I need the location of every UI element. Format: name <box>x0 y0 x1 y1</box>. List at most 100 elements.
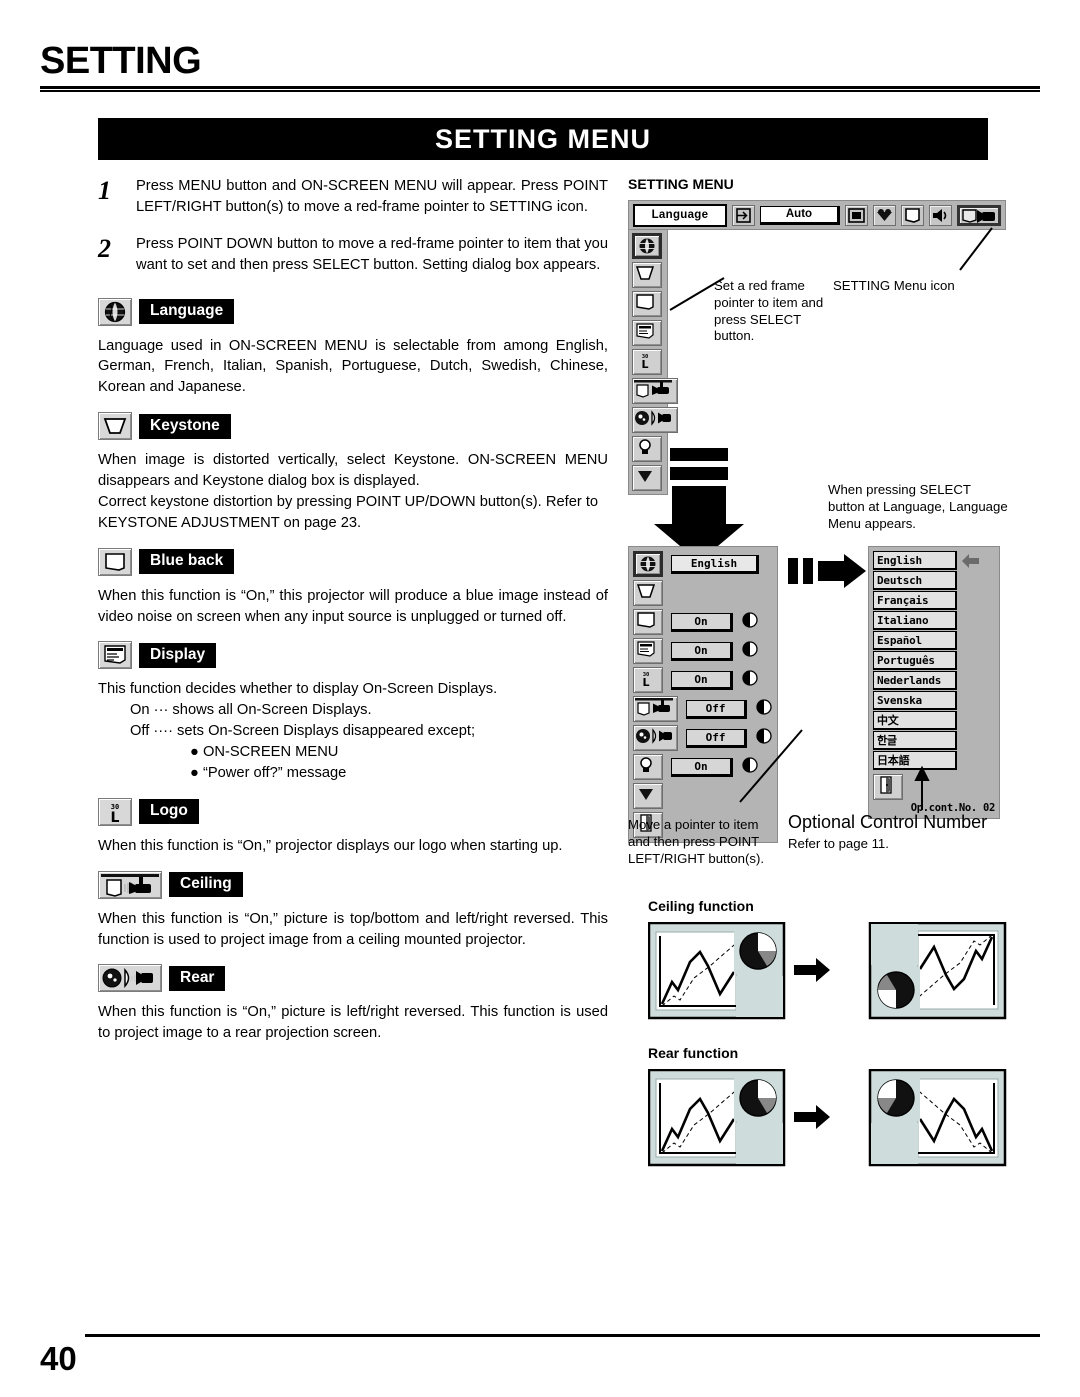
callout-setting-icon: SETTING Menu icon <box>833 278 955 293</box>
section-label: Rear <box>169 965 226 991</box>
screen-icon[interactable] <box>845 204 868 226</box>
display-on-line: On ··· shows all On-Screen Displays. <box>130 702 372 719</box>
language-option[interactable]: 한글 <box>873 731 957 750</box>
left-right-adjust-icon[interactable] <box>741 611 759 633</box>
dialog-value[interactable]: On <box>671 670 733 690</box>
section-language: Language Language used in ON-SCREEN MENU… <box>98 297 608 399</box>
dialog-value[interactable]: On <box>671 612 733 632</box>
section-blue-back: Blue back When this function is “On,” th… <box>98 547 608 628</box>
section-heading: Blue back <box>98 547 608 576</box>
display-icon[interactable] <box>632 320 662 346</box>
footer-divider <box>85 1334 1040 1337</box>
osd-language-box[interactable]: Language <box>633 203 727 227</box>
language-option[interactable]: 中文 <box>873 711 957 730</box>
step-text: Press MENU button and ON-SCREEN MENU wil… <box>136 178 608 215</box>
osd-auto-box[interactable]: Auto <box>759 205 840 225</box>
left-pointer-icon <box>961 551 981 573</box>
language-option[interactable]: English <box>873 551 957 570</box>
callout-pointer: Set a red frame pointer to item and pres… <box>714 278 824 344</box>
callout-move: Move a pointer to item and then press PO… <box>628 817 765 866</box>
section-heading: Rear <box>98 964 608 993</box>
color-icon[interactable] <box>873 204 896 226</box>
language-option[interactable]: Français <box>873 591 957 610</box>
logo-icon[interactable]: 30 L <box>632 349 662 375</box>
section-body: When this function is “On,” projector di… <box>98 837 563 854</box>
language-option[interactable]: Español <box>873 631 957 650</box>
rear-icon[interactable] <box>632 407 678 433</box>
optional-control-number-title: Optional Control Number <box>788 812 988 832</box>
callout-select: When pressing SELECT button at Language,… <box>828 482 1008 531</box>
svg-text:L: L <box>111 810 120 825</box>
ceiling-function-diagram <box>647 921 1007 1020</box>
section-title-bar: SETTING MENU <box>98 118 988 160</box>
input-icon[interactable] <box>731 204 755 226</box>
dialog-row[interactable]: On <box>633 638 773 664</box>
section-heading: Keystone <box>98 412 608 441</box>
exit-icon[interactable] <box>873 774 903 800</box>
section-heading: 30 L Logo <box>98 797 608 826</box>
language-option[interactable]: Svenska <box>873 691 957 710</box>
step-2: 2 Press POINT DOWN button to move a red-… <box>98 234 608 276</box>
keystone-icon[interactable] <box>633 580 663 606</box>
section-heading: Language <box>98 297 608 326</box>
right-arrow-icon <box>788 554 866 593</box>
osd-first-panel: 30 L Set a red frame pointer to item and … <box>628 227 1028 495</box>
page-footer: 40 <box>40 1334 1040 1375</box>
step-number: 2 <box>98 233 111 263</box>
section-body: When this function is “On,” picture is t… <box>98 910 608 948</box>
leader-line-setting-icon <box>959 227 993 271</box>
scroll-down-icon[interactable] <box>633 783 663 809</box>
leader-line-move <box>739 729 803 803</box>
left-right-adjust-icon[interactable] <box>755 698 773 720</box>
ceiling-function-title: Ceiling function <box>648 898 754 914</box>
ceiling-icon <box>98 870 162 899</box>
globe-icon[interactable] <box>633 551 663 577</box>
keystone-icon <box>98 412 132 441</box>
svg-text:L: L <box>642 676 649 688</box>
dialog-value[interactable]: English <box>671 554 759 574</box>
dialog-value[interactable]: On <box>671 757 733 777</box>
blue-back-icon <box>98 547 132 576</box>
dialog-row[interactable]: Off <box>633 696 773 722</box>
section-ceiling: Ceiling When this function is “On,” pict… <box>98 870 608 951</box>
sound-icon[interactable] <box>929 204 952 226</box>
leader-line-pointer <box>669 277 725 311</box>
display-bullet: ● “Power off?” message <box>190 764 347 781</box>
language-list: English Deutsch Français Italiano Españo… <box>873 551 957 800</box>
language-option[interactable]: Português <box>873 651 957 670</box>
left-right-adjust-icon[interactable] <box>741 640 759 662</box>
display-icon[interactable] <box>633 638 663 664</box>
ceiling-icon[interactable] <box>633 696 679 722</box>
dialog-row[interactable]: English <box>633 551 773 577</box>
chapter-title: SETTING <box>40 40 202 82</box>
lamp-icon[interactable] <box>633 754 663 780</box>
dialog-value[interactable]: On <box>671 641 733 661</box>
dialog-value[interactable]: Off <box>686 699 747 719</box>
dialog-row[interactable]: On <box>633 609 773 635</box>
section-body: This function decides whether to display… <box>98 681 498 698</box>
image-icon[interactable] <box>901 204 924 226</box>
language-option[interactable]: Deutsch <box>873 571 957 590</box>
section-body: When image is distorted vertically, sele… <box>98 452 608 489</box>
blue-back-icon[interactable] <box>632 291 662 317</box>
rear-function-diagram <box>647 1068 1007 1167</box>
osd-menu-bar: Language Auto <box>628 200 1006 230</box>
keystone-icon[interactable] <box>632 262 662 288</box>
section-label: Blue back <box>139 549 235 575</box>
logo-icon[interactable]: 30 L <box>633 667 663 693</box>
left-right-adjust-icon[interactable] <box>741 669 759 691</box>
section-body-2: Correct keystone distortion by pressing … <box>98 493 599 531</box>
rear-function-block: Rear function <box>647 1045 1008 1179</box>
section-heading: Ceiling <box>98 870 608 899</box>
svg-text:L: L <box>641 358 648 370</box>
rear-icon[interactable] <box>633 725 679 751</box>
globe-icon[interactable] <box>632 233 662 259</box>
language-option[interactable]: Italiano <box>873 611 957 630</box>
dialog-row[interactable]: 30 L On <box>633 667 773 693</box>
blue-back-icon[interactable] <box>633 609 663 635</box>
section-logo: 30 L Logo When this function is “On,” pr… <box>98 797 608 857</box>
language-option[interactable]: Nederlands <box>873 671 957 690</box>
ceiling-icon[interactable] <box>632 378 678 404</box>
dialog-row[interactable] <box>633 580 773 606</box>
section-rear: Rear When this function is “On,” picture… <box>98 964 608 1044</box>
